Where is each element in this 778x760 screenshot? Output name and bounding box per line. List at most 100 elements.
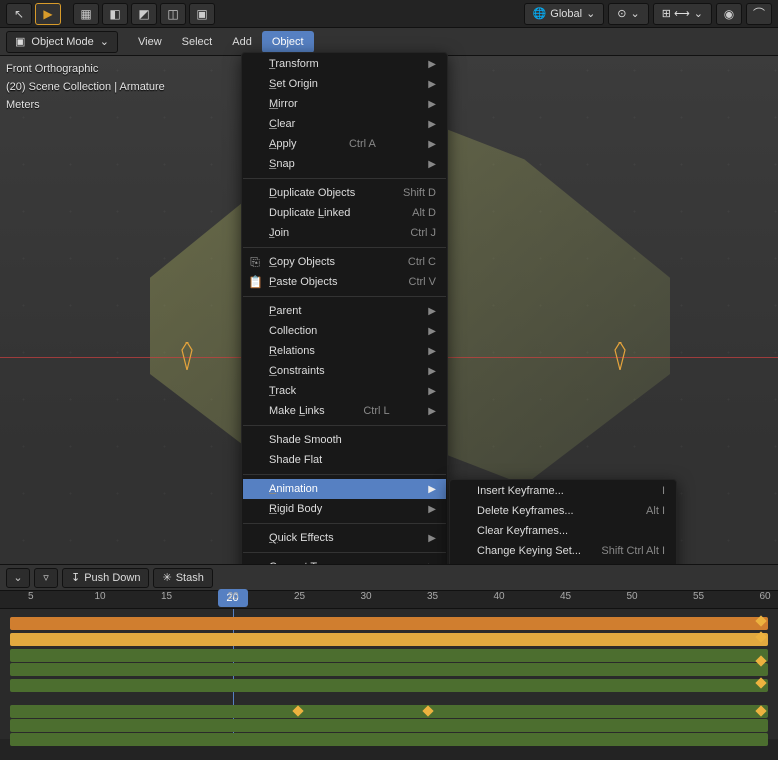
push-down-button[interactable]: ↧ Push Down (62, 568, 149, 588)
menu-item-label: Make Links (269, 405, 325, 417)
track-strip[interactable] (10, 649, 768, 662)
ruler-tick: 35 (427, 591, 438, 602)
menu-select[interactable]: Select (172, 31, 223, 53)
menu-item-label: Rigid Body (269, 503, 322, 515)
submenu-arrow-icon: ▶ (428, 79, 436, 90)
submenu-arrow-icon: ▶ (428, 139, 436, 150)
viewport-info: Front Orthographic (20) Scene Collection… (6, 60, 165, 114)
shortcut-label: I (662, 485, 665, 497)
object-mode-icon: ▣ (15, 35, 25, 48)
menu-item[interactable]: Duplicate ObjectsShift D (243, 183, 446, 203)
menu-item[interactable]: Set Origin ▶ (243, 74, 446, 94)
menu-object[interactable]: Object (262, 31, 314, 53)
menu-item[interactable]: Make LinksCtrl L▶ (243, 401, 446, 421)
proportional-falloff-icon[interactable]: ⌒ (746, 3, 772, 25)
track-strip[interactable] (10, 719, 768, 732)
menu-item-label: Delete Keyframes... (477, 505, 574, 517)
shortcut-label: Ctrl A (349, 138, 376, 150)
track-strip[interactable] (10, 679, 768, 692)
stash-label: Stash (176, 572, 204, 584)
mode-label: Object Mode (31, 36, 93, 48)
menu-item[interactable]: ⎘Copy ObjectsCtrl C (243, 252, 446, 272)
orientation-label: Global (550, 8, 582, 20)
track-strip[interactable] (10, 705, 768, 718)
menu-item-label: Clear Keyframes... (477, 525, 568, 537)
menu-item[interactable]: Constraints ▶ (243, 361, 446, 381)
select-mode-icon[interactable]: ◩ (131, 3, 157, 25)
submenu-arrow-icon: ▶ (428, 504, 436, 515)
menu-item[interactable]: Track ▶ (243, 381, 446, 401)
menu-item[interactable]: Clear Keyframes... (451, 521, 675, 541)
track-strip[interactable] (10, 617, 768, 630)
menu-item[interactable]: Change Keying Set...Shift Ctrl Alt I (451, 541, 675, 561)
menu-item[interactable]: Animation▶ (243, 479, 446, 499)
select-mode-icon[interactable]: ▦ (73, 3, 99, 25)
submenu-arrow-icon: ▶ (428, 406, 436, 417)
filter-icon[interactable]: ▿ (34, 568, 58, 588)
menu-add[interactable]: Add (222, 31, 262, 53)
menu-item[interactable]: Insert Keyframe...I (451, 481, 675, 501)
menu-item-icon: 📋 (248, 275, 262, 289)
menu-item[interactable]: Shade Smooth (243, 430, 446, 450)
timeline-tracks[interactable] (0, 609, 778, 739)
menu-item-label: Parent (269, 305, 301, 317)
menu-view[interactable]: View (128, 31, 172, 53)
chevron-down-icon[interactable]: ⌄ (6, 568, 30, 588)
menu-item[interactable]: Collection▶ (243, 321, 446, 341)
submenu-arrow-icon: ▶ (428, 533, 436, 544)
menu-item[interactable]: Shade Flat (243, 450, 446, 470)
track-strip[interactable] (10, 633, 768, 646)
snap-dropdown[interactable]: ⊞ ⟷ ⌄ (653, 3, 712, 25)
menu-item[interactable]: Mirror▶ (243, 94, 446, 114)
track-strip[interactable] (10, 733, 768, 746)
shortcut-label: Shift D (403, 187, 436, 199)
cursor-tool-icon[interactable]: ↖ (6, 3, 32, 25)
menu-item[interactable]: 📋 Paste Objects Ctrl V (243, 272, 446, 292)
push-down-icon: ↧ (71, 571, 80, 584)
menu-item[interactable]: Delete Keyframes...Alt I (451, 501, 675, 521)
track-strip[interactable] (10, 663, 768, 676)
menu-item[interactable]: Rigid Body ▶ (243, 499, 446, 519)
select-mode-icon[interactable]: ◫ (160, 3, 186, 25)
menu-item-label: Shade Flat (269, 454, 322, 466)
menu-item[interactable]: ApplyCtrl A▶ (243, 134, 446, 154)
timeline-header: ⌄ ▿ ↧ Push Down ✳ Stash (0, 565, 778, 591)
menu-item[interactable]: Transform▶ (243, 54, 446, 74)
shortcut-label: Ctrl V (409, 276, 437, 288)
timeline-ruler[interactable]: 20 51015202530354045505560 (0, 591, 778, 609)
menu-item-label: Change Keying Set... (477, 545, 581, 557)
menu-item-label: Mirror (269, 98, 298, 110)
menu-item[interactable]: Parent ▶ (243, 301, 446, 321)
select-mode-icon[interactable]: ▣ (189, 3, 215, 25)
chevron-down-icon: ⌄ (586, 7, 595, 20)
menu-item[interactable]: Quick Effects▶ (243, 528, 446, 548)
submenu-arrow-icon: ▶ (428, 306, 436, 317)
menu-item[interactable]: Snap▶ (243, 154, 446, 174)
armature-bone (613, 342, 627, 370)
menu-item[interactable]: Clear▶ (243, 114, 446, 134)
menu-item-label: Paste Objects (269, 276, 337, 288)
menu-item-label: Copy Objects (269, 256, 335, 268)
submenu-arrow-icon: ▶ (428, 386, 436, 397)
submenu-arrow-icon: ▶ (428, 366, 436, 377)
select-box-tool-icon[interactable]: ▶ (35, 3, 61, 25)
menu-item-icon: ⎘ (248, 255, 262, 270)
mode-dropdown[interactable]: ▣ Object Mode ⌄ (6, 31, 118, 53)
ruler-tick: 55 (693, 591, 704, 602)
menu-item[interactable]: Duplicate Linked Alt D (243, 203, 446, 223)
pivot-dropdown[interactable]: ⊙⌄ (608, 3, 648, 25)
select-mode-icon[interactable]: ◧ (102, 3, 128, 25)
menu-item-label: Relations (269, 345, 315, 357)
menu-item-label: Duplicate Linked (269, 207, 350, 219)
orientation-dropdown[interactable]: 🌐 Global ⌄ (524, 3, 605, 25)
menu-item-label: Track (269, 385, 296, 397)
chevron-down-icon: ⌄ (100, 35, 109, 48)
menu-item[interactable]: Relations ▶ (243, 341, 446, 361)
menu-item-label: Set Origin (269, 78, 318, 90)
menu-item[interactable]: JoinCtrl J (243, 223, 446, 243)
proportional-edit-icon[interactable]: ◉ (716, 3, 742, 25)
menu-item-label: Constraints (269, 365, 325, 377)
stash-button[interactable]: ✳ Stash (153, 568, 212, 588)
submenu-arrow-icon: ▶ (428, 346, 436, 357)
shortcut-label: Alt D (412, 207, 436, 219)
